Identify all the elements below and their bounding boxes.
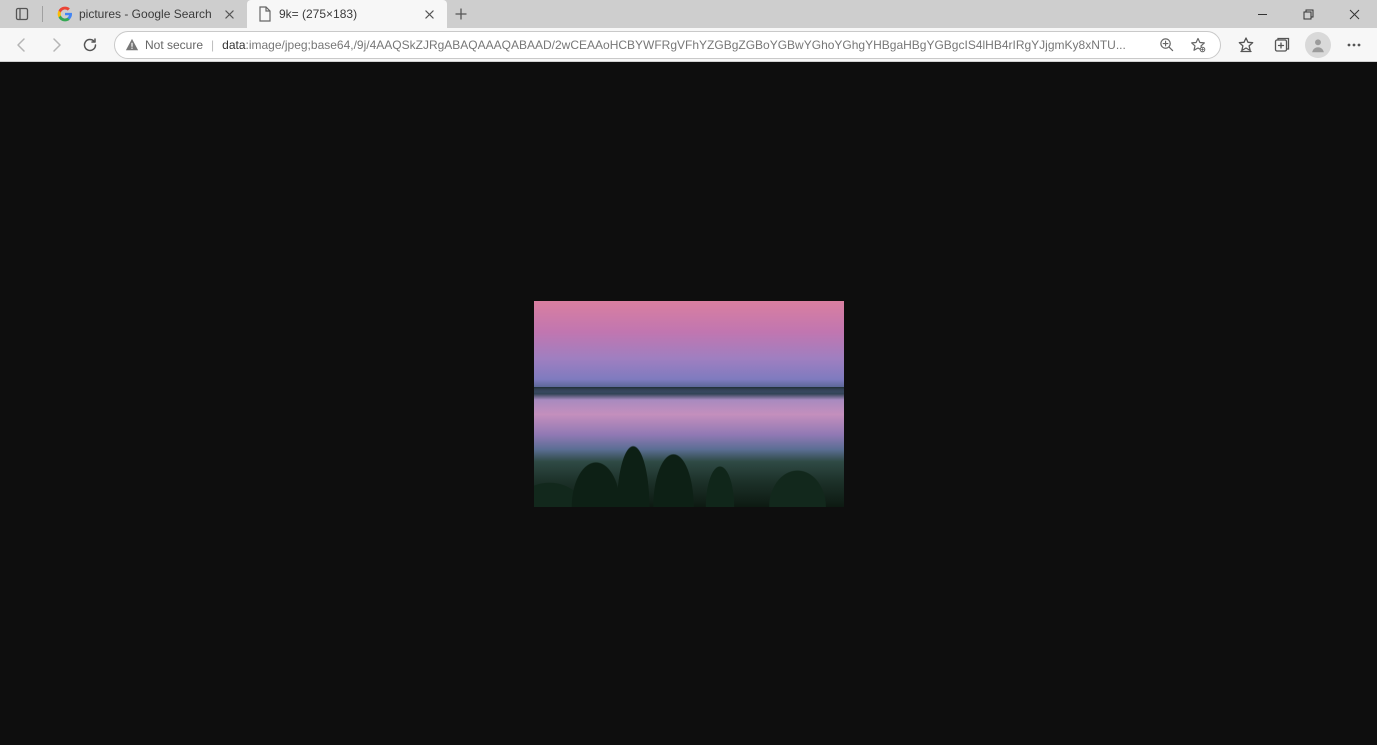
- avatar-icon: [1305, 32, 1331, 58]
- window-controls: [1239, 0, 1377, 28]
- tab-close-button[interactable]: [221, 6, 237, 22]
- page-viewport: [0, 62, 1377, 745]
- star-icon: [1190, 37, 1206, 53]
- refresh-icon: [82, 37, 98, 53]
- separator: |: [211, 38, 214, 52]
- url-rest: :image/jpeg;base64,/9j/4AAQSkZJRgABAQAAA…: [246, 38, 1126, 52]
- divider: [42, 6, 43, 22]
- plus-icon: [455, 8, 467, 20]
- forward-button[interactable]: [40, 29, 72, 61]
- tab-actions-button[interactable]: [6, 0, 38, 28]
- warning-icon: [125, 38, 139, 52]
- collections-button[interactable]: [1265, 29, 1299, 61]
- address-bar[interactable]: Not secure | data:image/jpeg;base64,/9j/…: [114, 31, 1221, 59]
- settings-menu-button[interactable]: [1337, 29, 1371, 61]
- star-plus-icon: [1237, 36, 1255, 54]
- tab-title: pictures - Google Search: [79, 7, 215, 21]
- maximize-icon: [1303, 9, 1314, 20]
- displayed-image[interactable]: [534, 301, 844, 507]
- zoom-in-icon: [1159, 37, 1174, 52]
- refresh-button[interactable]: [74, 29, 106, 61]
- window-maximize-button[interactable]: [1285, 0, 1331, 28]
- url-text: data:image/jpeg;base64,/9j/4AAQSkZJRgABA…: [222, 38, 1146, 52]
- favorites-bar-button[interactable]: [1229, 29, 1263, 61]
- zoom-button[interactable]: [1154, 33, 1178, 57]
- toolbar: Not secure | data:image/jpeg;base64,/9j/…: [0, 28, 1377, 62]
- close-icon: [1349, 9, 1360, 20]
- back-button[interactable]: [6, 29, 38, 61]
- close-icon: [225, 10, 234, 19]
- more-icon: [1346, 37, 1362, 53]
- window-minimize-button[interactable]: [1239, 0, 1285, 28]
- new-tab-button[interactable]: [447, 0, 475, 28]
- google-favicon-icon: [57, 6, 73, 22]
- favorite-button[interactable]: [1186, 33, 1210, 57]
- tab-title: 9k= (275×183): [279, 7, 415, 21]
- close-icon: [425, 10, 434, 19]
- arrow-left-icon: [14, 37, 30, 53]
- collections-icon: [1273, 36, 1291, 54]
- tab-image-data-uri[interactable]: 9k= (275×183): [247, 0, 447, 28]
- url-scheme: data: [222, 38, 245, 52]
- security-label: Not secure: [145, 38, 203, 52]
- tab-strip: pictures - Google Search 9k= (275×183): [0, 0, 1377, 28]
- arrow-right-icon: [48, 37, 64, 53]
- tab-google-search[interactable]: pictures - Google Search: [47, 0, 247, 28]
- toolbar-right: [1229, 29, 1371, 61]
- security-indicator[interactable]: Not secure: [125, 38, 203, 52]
- window-close-button[interactable]: [1331, 0, 1377, 28]
- tab-close-button[interactable]: [421, 6, 437, 22]
- minimize-icon: [1257, 9, 1268, 20]
- file-favicon-icon: [257, 6, 273, 22]
- tab-actions-icon: [15, 7, 29, 21]
- profile-button[interactable]: [1301, 29, 1335, 61]
